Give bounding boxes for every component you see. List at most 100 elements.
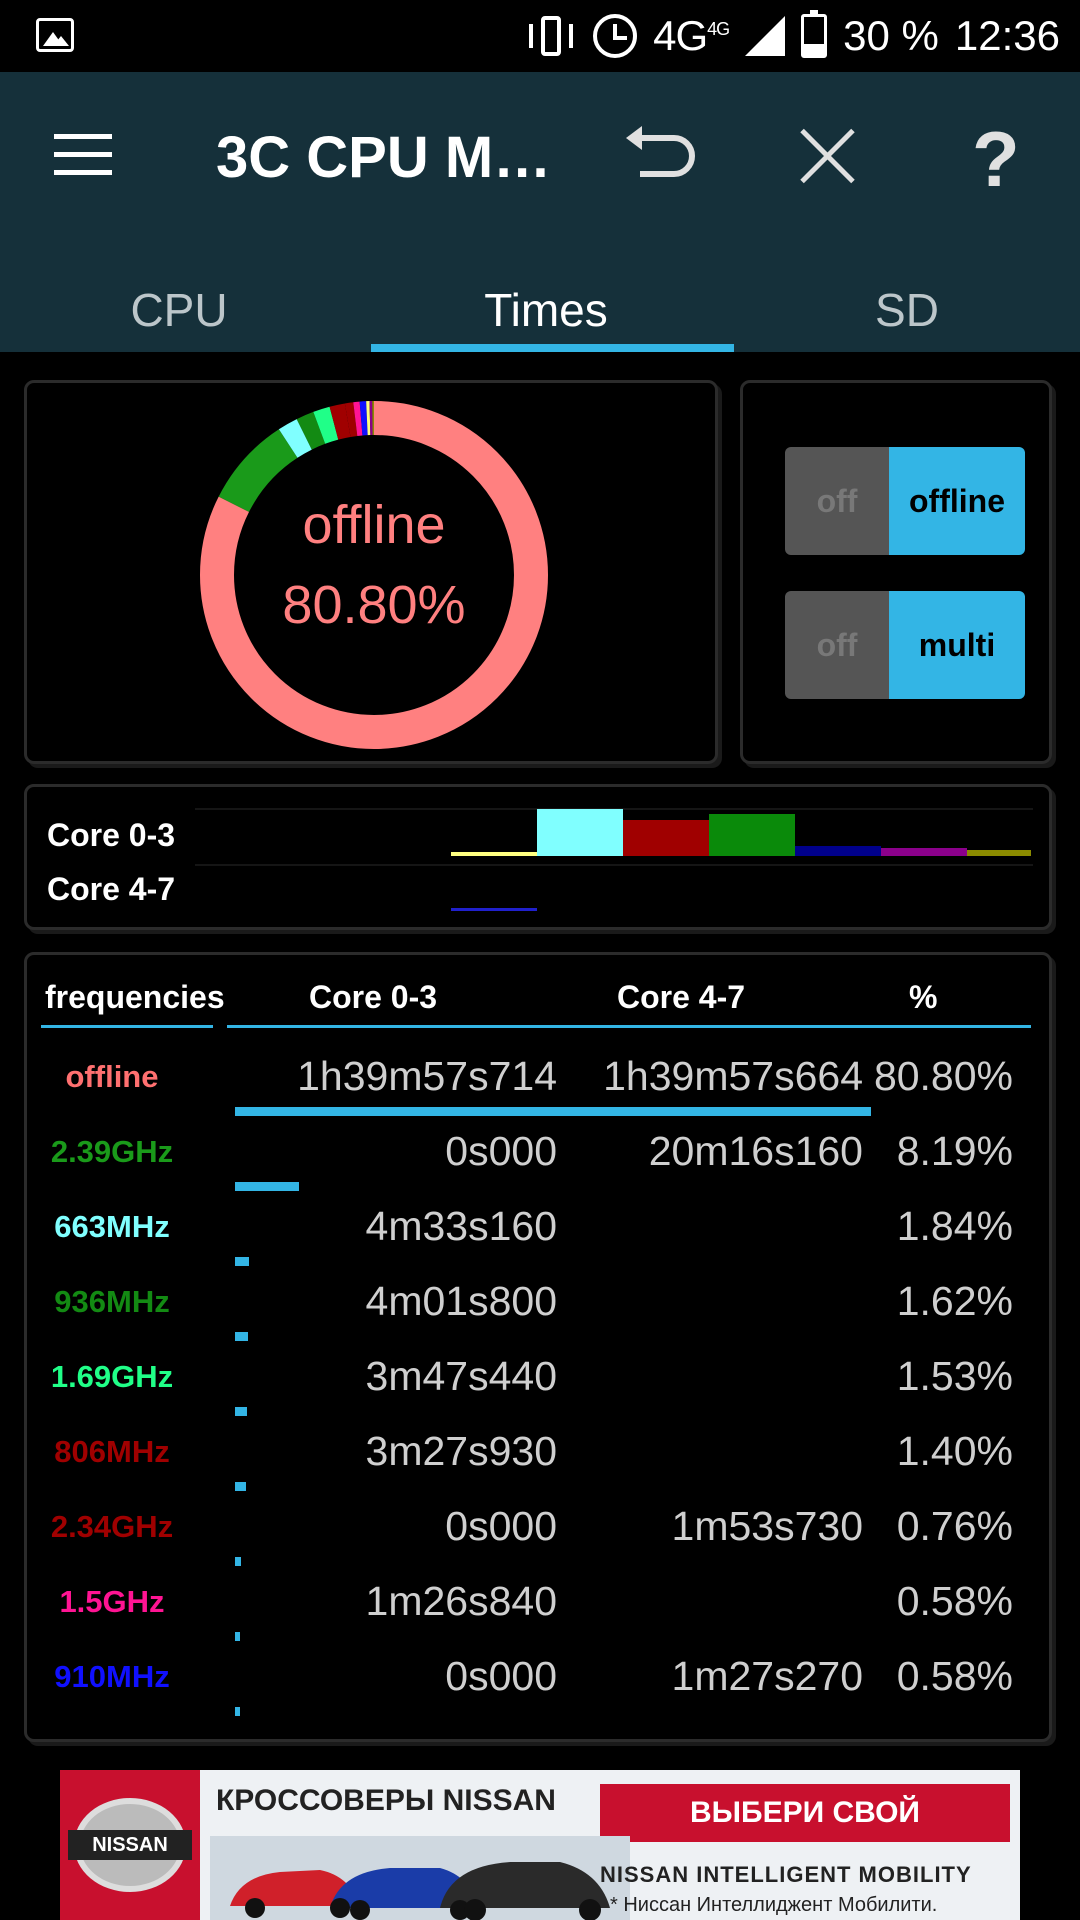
core-timeline-panel: Core 0-3 Core 4-7	[24, 784, 1052, 930]
ad-cars-image	[210, 1836, 630, 1920]
percent-bar	[235, 1257, 250, 1266]
close-icon[interactable]	[798, 126, 858, 186]
core-0-3-time: 3m27s930	[365, 1428, 557, 1474]
core-timeline-chart	[195, 808, 1033, 911]
core-0-3-time: 1m26s840	[365, 1578, 557, 1624]
core-0-3-time: 1h39m57s714	[297, 1053, 557, 1099]
percent-bar	[235, 1407, 248, 1416]
core-4-7-time: 1m53s730	[671, 1503, 863, 1549]
frequency-label: offline	[65, 1059, 159, 1094]
core-4-7-time: 1h39m57s664	[603, 1053, 863, 1099]
table-row: 936MHz 4m01s800 1.62%	[27, 1274, 1049, 1349]
core-4-7-time: 20m16s160	[648, 1128, 863, 1174]
core-0-3-label: Core 0-3	[47, 817, 176, 853]
core-0-3-time: 3m47s440	[365, 1353, 557, 1399]
network-type: 4G4G	[653, 12, 730, 59]
core-0-3-bar	[967, 850, 1031, 856]
tab-sd[interactable]: SD	[734, 268, 1080, 352]
header-percent[interactable]: %	[909, 979, 937, 1016]
table-row: 1.5GHz 1m26s840 0.58%	[27, 1574, 1049, 1649]
ad-banner[interactable]: NISSAN КРОССОВЕРЫ NISSAN ВЫБЕРИ СВОЙ NIS…	[60, 1770, 1020, 1920]
frequency-label: 1.69GHz	[50, 1359, 174, 1394]
core-0-3-time: 4m33s160	[365, 1203, 557, 1249]
multi-toggle-on: multi	[889, 591, 1025, 699]
percent-value: 80.80%	[873, 1053, 1013, 1099]
frequency-label: 2.34GHz	[50, 1509, 174, 1544]
percent-value: 1.53%	[896, 1353, 1013, 1399]
percent-value: 0.58%	[896, 1653, 1013, 1699]
ad-headline: КРОССОВЕРЫ NISSAN	[216, 1784, 556, 1817]
status-icons: 4G4G 30 % 12:36	[525, 8, 1060, 64]
percent-bar	[235, 1332, 248, 1341]
nissan-logo: NISSAN	[60, 1770, 200, 1920]
core-0-3-bars	[451, 809, 1031, 856]
frequency-donut-panel: offline 80.80%	[24, 380, 718, 764]
app-bar: 3C CPU M… ? CPU Times SD	[0, 72, 1080, 352]
ad-logo-text: NISSAN	[68, 1830, 192, 1860]
frequency-label: 663MHz	[54, 1209, 170, 1244]
percent-bar	[235, 1707, 240, 1716]
table-row: offline 1h39m57s714 1h39m57s664 80.80%	[27, 1049, 1049, 1124]
percent-value: 0.76%	[896, 1503, 1013, 1549]
frequency-label: 936MHz	[54, 1284, 170, 1319]
frequency-donut-chart: offline 80.80%	[200, 401, 548, 749]
ad-cta-button[interactable]: ВЫБЕРИ СВОЙ	[600, 1784, 1010, 1842]
percent-bar	[235, 1107, 871, 1116]
core-0-3-bar	[451, 852, 537, 856]
core-4-7-label: Core 4-7	[47, 871, 176, 907]
core-0-3-bar	[623, 820, 709, 856]
app-title: 3C CPU M…	[216, 125, 552, 190]
tab-cpu[interactable]: CPU	[0, 268, 358, 352]
core-0-3-bar	[709, 814, 795, 856]
tab-times[interactable]: Times	[358, 268, 734, 352]
core-0-3-time: 0s000	[445, 1653, 557, 1699]
header-core-4-7[interactable]: Core 4-7	[617, 979, 745, 1016]
multi-toggle[interactable]: off multi	[785, 591, 1025, 699]
frequencies-table-panel: frequencies Core 0-3 Core 4-7 % offline 1…	[24, 952, 1052, 1742]
table-row: 806MHz 3m27s930 1.40%	[27, 1424, 1049, 1499]
percent-value: 8.19%	[896, 1128, 1013, 1174]
clock: 12:36	[954, 12, 1060, 59]
ad-slogan: NISSAN INTELLIGENT MOBILITY	[600, 1862, 972, 1887]
percent-bar	[235, 1632, 240, 1641]
undo-icon[interactable]	[624, 124, 700, 186]
table-row: 2.34GHz 0s000 1m53s730 0.76%	[27, 1499, 1049, 1574]
table-row: 2.39GHz 0s000 20m16s160 8.19%	[27, 1124, 1049, 1199]
frequency-label: 2.39GHz	[50, 1134, 174, 1169]
gallery-notification-icon	[36, 18, 74, 52]
menu-icon[interactable]	[54, 134, 112, 175]
battery-icon	[801, 10, 828, 58]
percent-value: 1.62%	[896, 1278, 1013, 1324]
offline-toggle-on: offline	[889, 447, 1025, 555]
percent-bar	[235, 1482, 247, 1491]
core-0-3-time: 0s000	[445, 1503, 557, 1549]
header-underline	[41, 1025, 213, 1028]
percent-value: 1.40%	[896, 1428, 1013, 1474]
core-0-3-time: 4m01s800	[365, 1278, 557, 1324]
table-row: 910MHz 0s000 1m27s270 0.58%	[27, 1649, 1049, 1724]
core-0-3-bar	[881, 848, 967, 856]
frequency-label: 806MHz	[54, 1434, 170, 1469]
table-row: 1.69GHz 3m47s440 1.53%	[27, 1349, 1049, 1424]
core-0-3-time: 0s000	[445, 1128, 557, 1174]
percent-value: 1.84%	[896, 1203, 1013, 1249]
core-4-7-time: 1m27s270	[671, 1653, 863, 1699]
percent-value: 0.58%	[896, 1578, 1013, 1624]
tab-bar: CPU Times SD	[0, 268, 1080, 352]
signal-icon	[745, 16, 786, 56]
status-bar: 4G4G 30 % 12:36	[0, 0, 1080, 72]
core-0-3-bar	[537, 809, 623, 856]
alarm-icon	[593, 14, 638, 58]
frequency-label: 1.5GHz	[59, 1584, 165, 1619]
help-icon[interactable]: ?	[972, 114, 1020, 205]
header-underline	[227, 1025, 1031, 1028]
offline-toggle[interactable]: off offline	[785, 447, 1025, 555]
ad-subtext: * Ниссан Интеллиджент Мобилити.	[610, 1894, 938, 1916]
multi-toggle-off: off	[785, 591, 889, 699]
core-4-7-bar	[451, 908, 537, 911]
battery-percent: 30 %	[843, 12, 939, 59]
table-row: 663MHz 4m33s160 1.84%	[27, 1199, 1049, 1274]
header-frequencies[interactable]: frequencies	[45, 979, 225, 1016]
frequency-label: 910MHz	[54, 1659, 170, 1694]
header-core-0-3[interactable]: Core 0-3	[309, 979, 437, 1016]
